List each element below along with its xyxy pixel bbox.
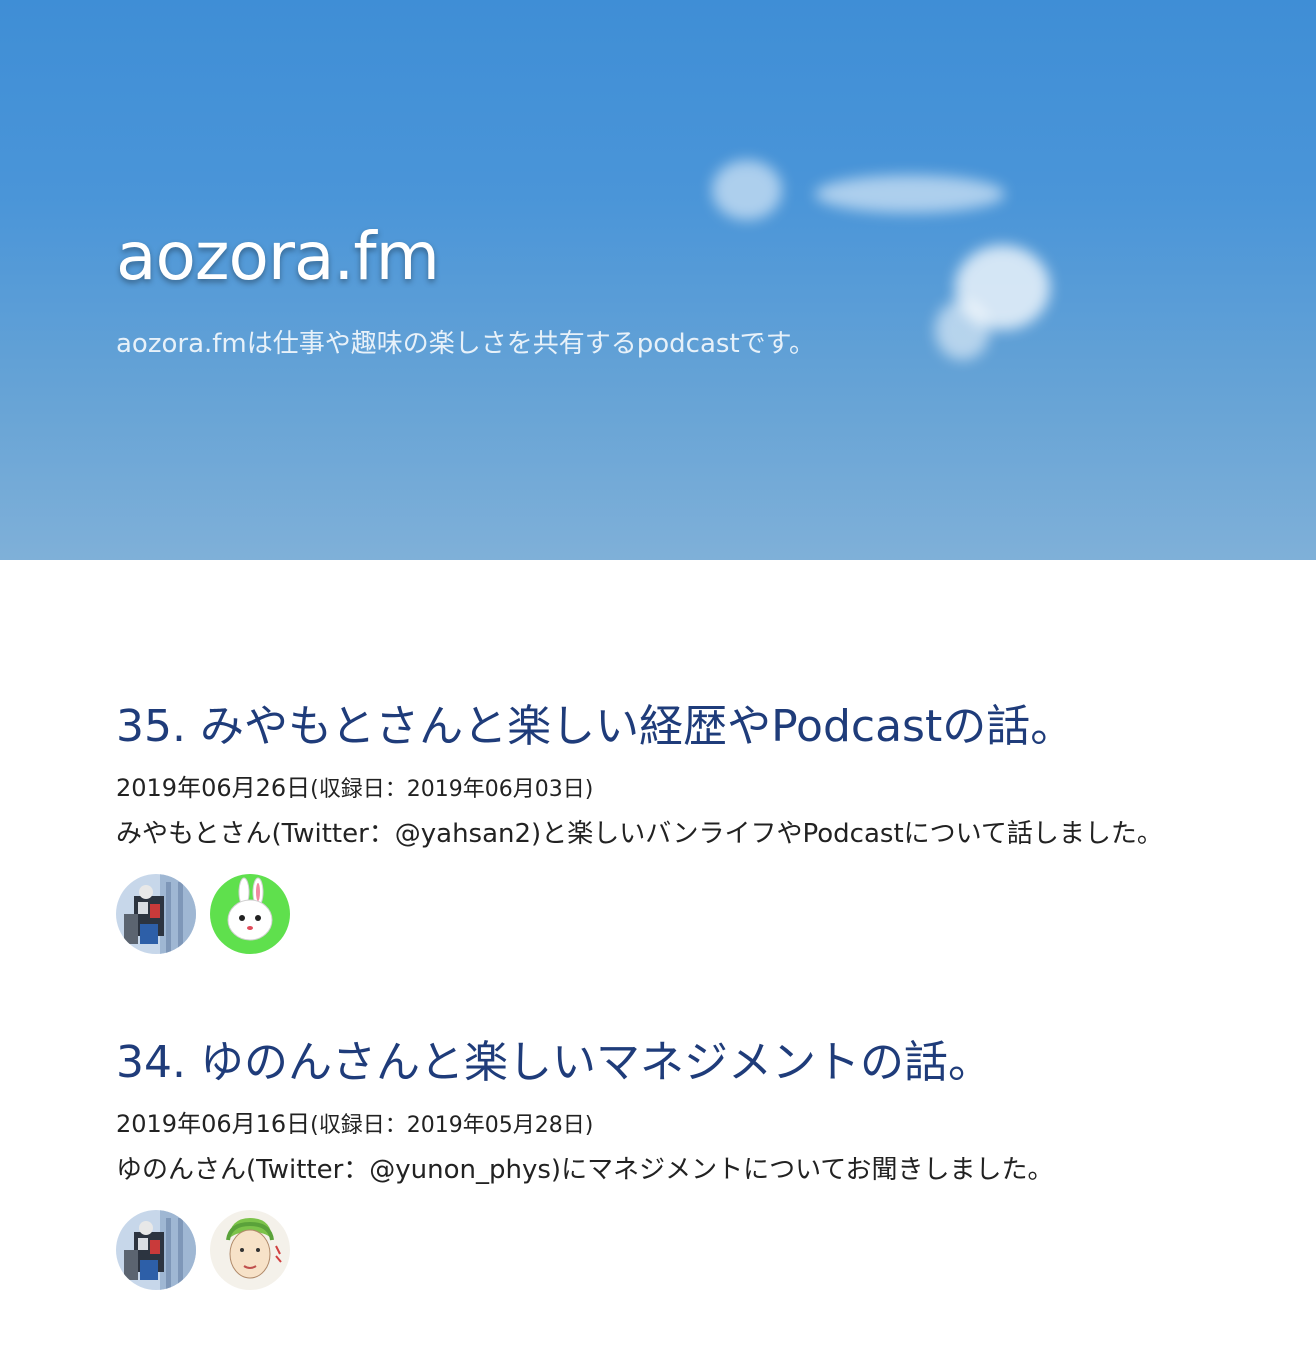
recorded-date: (収録日：2019年06月03日): [310, 777, 594, 802]
episode-date: 2019年06月26日(収録日：2019年06月03日): [116, 770, 1296, 808]
site-description: aozora.fmは仕事や趣味の楽しさを共有するpodcastです。: [116, 329, 816, 359]
episode-title-link[interactable]: 34. ゆのんさんと楽しいマネジメントの話。: [116, 1026, 1296, 1100]
cloud-decoration: [935, 300, 990, 360]
episode-item: 34. ゆのんさんと楽しいマネジメントの話。 2019年06月16日(収録日：2…: [116, 1026, 1296, 1290]
host-avatar[interactable]: [116, 1210, 196, 1290]
recorded-date: (収録日：2019年05月28日): [310, 1113, 594, 1138]
guest-avatars: [116, 1210, 1296, 1290]
episode-summary: みやもとさん(Twitter：@yahsan2)と楽しいバンライフやPodcas…: [116, 819, 1163, 849]
sketch-face-avatar[interactable]: [210, 1210, 290, 1290]
episode-list: 35. みやもとさんと楽しい経歴やPodcastの話。 2019年06月26日(…: [116, 690, 1296, 1362]
site-title[interactable]: aozora.fm: [116, 212, 440, 302]
episode-date: 2019年06月16日(収録日：2019年05月28日): [116, 1106, 1296, 1144]
hero-header: aozora.fm aozora.fmは仕事や趣味の楽しさを共有するpodcas…: [0, 0, 1316, 560]
publish-date: 2019年06月16日: [116, 1110, 311, 1138]
episode-summary: ゆのんさん(Twitter：@yunon_phys)にマネジメントについてお聞き…: [116, 1155, 1054, 1185]
episode-title-link[interactable]: 35. みやもとさんと楽しい経歴やPodcastの話。: [116, 690, 1296, 764]
guest-avatars: [116, 874, 1296, 954]
publish-date: 2019年06月26日: [116, 774, 311, 802]
cloud-decoration: [712, 160, 782, 220]
rabbit-avatar[interactable]: [210, 874, 290, 954]
cloud-decoration: [815, 175, 1005, 213]
host-avatar[interactable]: [116, 874, 196, 954]
episode-item: 35. みやもとさんと楽しい経歴やPodcastの話。 2019年06月26日(…: [116, 690, 1296, 954]
